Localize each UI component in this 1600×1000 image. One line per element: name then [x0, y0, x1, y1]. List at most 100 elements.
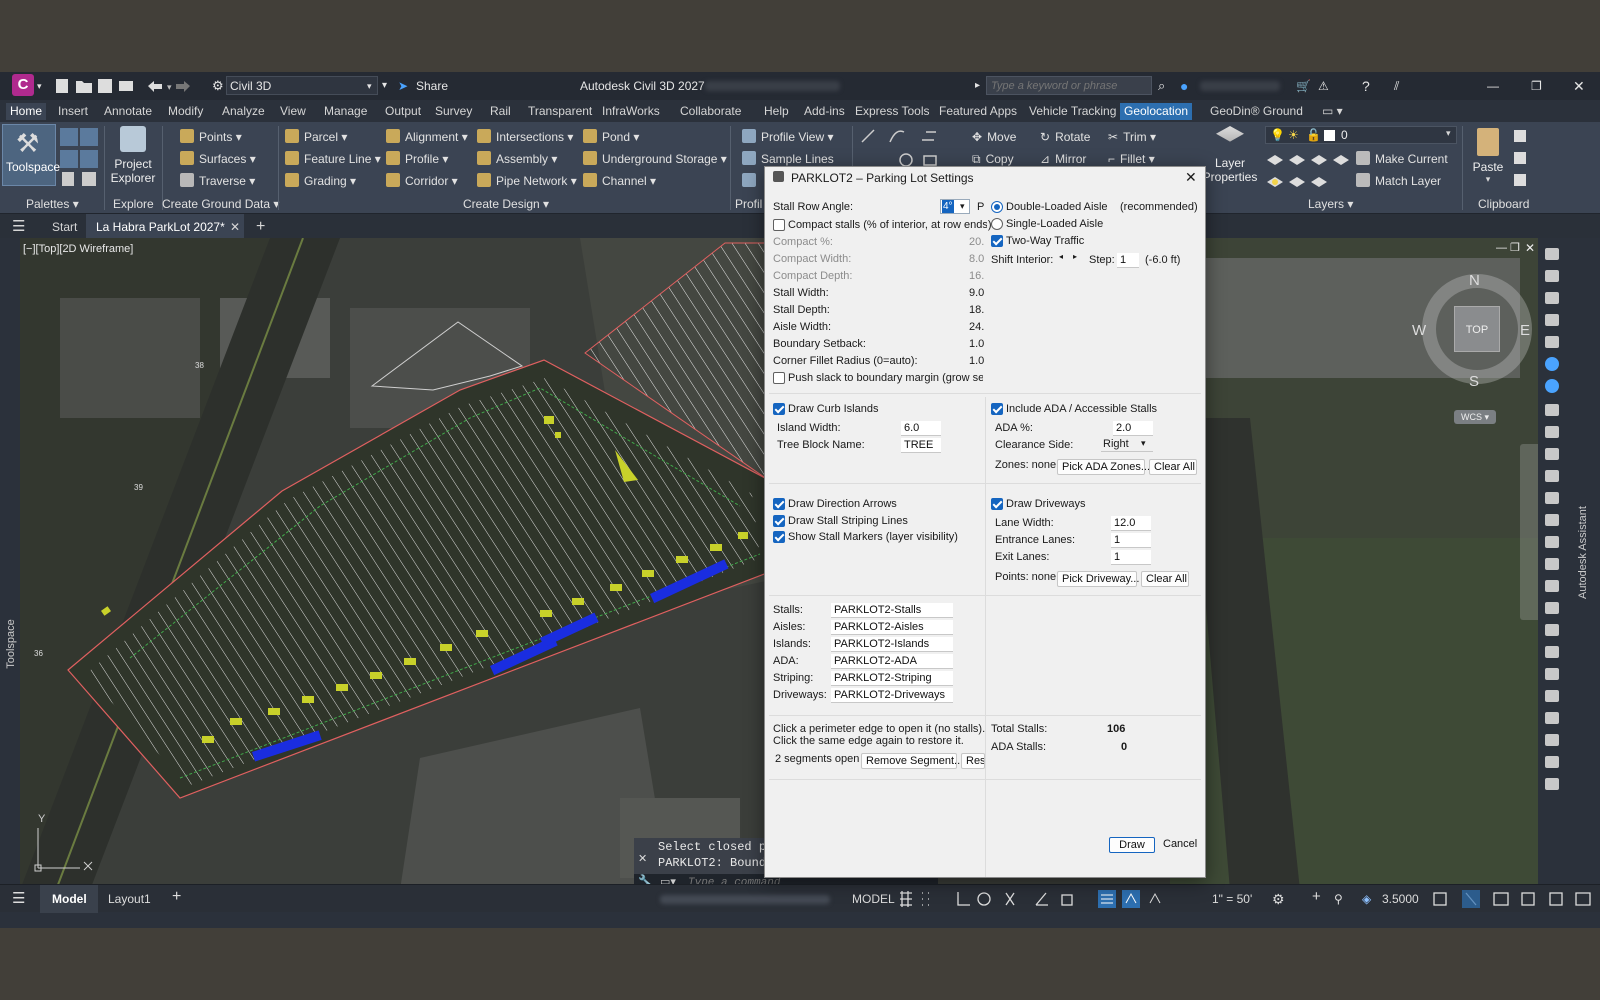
pick-driveway-button[interactable]: Pick Driveway... [1057, 571, 1139, 587]
lane-width-input[interactable] [1111, 516, 1151, 531]
search-chevron-icon[interactable]: ▸ [975, 78, 980, 94]
tab-survey[interactable]: Survey [431, 103, 476, 120]
panel-layers[interactable]: Layers ▾ [1308, 197, 1353, 211]
draw-driveways-checkbox[interactable] [991, 498, 1003, 510]
app-logo[interactable]: C [12, 74, 34, 96]
clearance-side-select[interactable]: Right ▾ [1101, 437, 1153, 452]
plus-icon[interactable]: + [1312, 889, 1321, 905]
draw-button[interactable]: Draw [1109, 837, 1155, 853]
layer-input-islands[interactable] [831, 637, 953, 652]
surfaces-button[interactable]: Surfaces ▾ [180, 150, 256, 168]
traverse-button[interactable]: Traverse ▾ [180, 172, 255, 190]
gear-icon[interactable]: ⚙ [212, 78, 224, 94]
tab-annotate[interactable]: Annotate [100, 103, 156, 120]
profile-button[interactable]: Profile ▾ [386, 150, 448, 168]
compact-depth-value[interactable]: 16. [969, 269, 984, 284]
paste-button[interactable]: Paste ▾ [1466, 126, 1510, 190]
tab-rail[interactable]: Rail [486, 103, 515, 120]
restore-button[interactable]: ❐ [1531, 78, 1542, 94]
tool-palette-icons[interactable] [1541, 246, 1565, 826]
stall-markers-checkbox[interactable] [773, 531, 785, 543]
alignment-button[interactable]: Alignment ▾ [386, 128, 468, 146]
elevation-value[interactable]: 3.5000 [1382, 891, 1419, 907]
clear-ada-zones-button[interactable]: Clear All [1149, 459, 1197, 475]
close-button[interactable]: ✕ [1573, 78, 1585, 94]
menu-icon[interactable]: ☰ [12, 218, 25, 236]
include-ada-checkbox[interactable] [991, 403, 1003, 415]
tab-collaborate[interactable]: Collaborate [676, 103, 745, 120]
tab-infraworks[interactable]: InfraWorks [598, 103, 664, 120]
model-tab[interactable]: Model [40, 885, 98, 913]
tab-insert[interactable]: Insert [54, 103, 92, 120]
workspace-switch-icon[interactable]: ⚲ [1334, 891, 1343, 907]
panel-palettes[interactable]: Palettes ▾ [26, 197, 79, 211]
viewcube[interactable]: TOP [1422, 274, 1532, 384]
tab-help[interactable]: Help [760, 103, 793, 120]
status-menu-icon[interactable]: ☰ [12, 891, 25, 907]
workspace-dropdown[interactable]: Civil 3D ▾ [226, 76, 378, 95]
boundary-setback-value[interactable]: 1.0 [969, 337, 984, 352]
palette-icon-grid[interactable] [58, 126, 102, 188]
section-views-icon[interactable] [742, 172, 761, 190]
compass-east[interactable]: E [1520, 322, 1530, 339]
layer-tool-icons[interactable] [1265, 150, 1351, 190]
clipboard-icons[interactable] [1512, 128, 1542, 188]
striping-lines-checkbox[interactable] [773, 515, 785, 527]
viewport-restore-icon[interactable]: ❐ [1510, 241, 1520, 254]
double-loaded-radio[interactable] [991, 201, 1003, 213]
step-input[interactable] [1117, 253, 1139, 268]
ribbon-display-toggle-icon[interactable]: ▭ ▾ [1318, 103, 1347, 120]
profile-view-button[interactable]: Profile View ▾ [742, 128, 834, 146]
direction-arrows-checkbox[interactable] [773, 498, 785, 510]
layer-input-driveways[interactable] [831, 688, 953, 703]
tab-start[interactable]: Start [52, 218, 77, 236]
pick-ada-zones-button[interactable]: Pick ADA Zones... [1057, 459, 1150, 475]
shift-left-arrow[interactable]: ◂ [1059, 249, 1063, 264]
toolbar-chevron-icon[interactable]: ▾ [382, 78, 387, 94]
tab-vehicle-tracking[interactable]: Vehicle Tracking [1025, 103, 1120, 120]
layer-input-aisles[interactable] [831, 620, 953, 635]
navigation-bar[interactable] [1520, 444, 1538, 620]
project-explorer-button[interactable]: Project Explorer [108, 124, 158, 188]
user-icon[interactable]: ● [1180, 78, 1188, 94]
dialog-title-bar[interactable]: PARKLOT2 – Parking Lot Settings ✕ [765, 167, 1205, 189]
intersections-button[interactable]: Intersections ▾ [477, 128, 573, 146]
settings-gear-icon[interactable]: ⚙ [1272, 891, 1285, 907]
tree-block-input[interactable] [901, 438, 941, 453]
single-loaded-radio[interactable] [991, 218, 1003, 230]
right-tool-strip[interactable]: Autodesk Assistant [1538, 238, 1600, 890]
tab-analyze[interactable]: Analyze [218, 103, 269, 120]
parcel-button[interactable]: Parcel ▾ [285, 128, 347, 146]
compass-south[interactable]: S [1469, 373, 1479, 390]
tab-home[interactable]: Home [6, 103, 47, 120]
layer-properties-button[interactable]: Layer Properties [1200, 126, 1260, 190]
pond-button[interactable]: Pond ▾ [583, 128, 639, 146]
cancel-button[interactable]: Cancel [1159, 837, 1201, 853]
new-layout-button[interactable]: + [172, 889, 181, 905]
share-icon[interactable]: ➤ [398, 78, 408, 94]
share-button[interactable]: Share [416, 78, 448, 94]
aisle-width-value[interactable]: 24. [969, 320, 984, 335]
panel-profile-section[interactable]: Profil [735, 197, 762, 211]
tab-output[interactable]: Output [381, 103, 425, 120]
tab-view[interactable]: View [276, 103, 310, 120]
layer-dropdown[interactable]: 💡 ☀ 🔓 0 ▾ [1265, 126, 1457, 144]
stall-depth-value[interactable]: 18. [969, 303, 984, 318]
grading-button[interactable]: Grading ▾ [285, 172, 356, 190]
ada-pct-input[interactable] [1113, 421, 1153, 436]
viewport-minimize-icon[interactable]: — [1496, 242, 1507, 254]
clear-driveways-button[interactable]: Clear All [1141, 571, 1189, 587]
match-layer-button[interactable]: Match Layer [1356, 172, 1441, 190]
panel-clipboard[interactable]: Clipboard [1478, 197, 1529, 211]
pipe-network-button[interactable]: Pipe Network ▾ [477, 172, 577, 190]
layer-input-ada[interactable] [831, 654, 953, 669]
viewport-controls-label[interactable]: [−][Top][2D Wireframe] [23, 243, 133, 255]
annotation-scale[interactable]: 1" = 50' [1212, 891, 1252, 907]
close-tab-icon[interactable]: ✕ [230, 218, 240, 236]
tab-add-ins[interactable]: Add-ins [800, 103, 849, 120]
tab-modify[interactable]: Modify [164, 103, 207, 120]
curb-islands-checkbox[interactable] [773, 403, 785, 415]
assembly-button[interactable]: Assembly ▾ [477, 150, 557, 168]
viewport-close-icon[interactable]: ✕ [1525, 241, 1535, 255]
make-current-button[interactable]: Make Current [1356, 150, 1448, 168]
